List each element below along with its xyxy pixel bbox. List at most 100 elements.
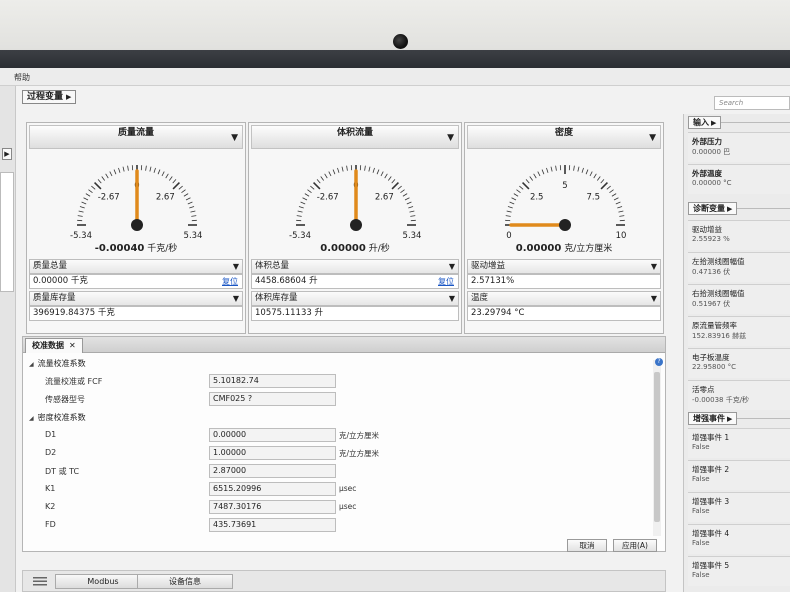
inventory-selector[interactable]: 质量库存量 ▼ <box>29 291 243 306</box>
screen-edge <box>0 50 790 68</box>
reset-link[interactable]: 复位 <box>222 275 238 288</box>
menu-help[interactable]: 帮助 <box>14 72 30 83</box>
variable-label: 增强事件 4 <box>692 529 730 538</box>
close-icon[interactable]: ✕ <box>69 341 76 350</box>
flow-calibration-group[interactable]: ◢ 流量校准系数 <box>29 358 86 369</box>
collapse-icon: ◢ <box>29 415 34 422</box>
parameter-field[interactable]: CMF025 ? <box>209 392 336 406</box>
gauge-selector[interactable]: 质量流量 ▼ <box>29 125 243 149</box>
tab-label: 校准数据 <box>32 341 64 350</box>
gauge-tick <box>507 206 513 209</box>
gauge-tick <box>153 167 156 173</box>
gauge-tick <box>529 176 533 181</box>
gauge-tick <box>178 185 183 190</box>
variable-item[interactable]: 左拾测线圈幅值 0.47136 伏 <box>688 252 790 282</box>
gauge-selector[interactable]: 体积流量 ▼ <box>251 125 459 149</box>
total-selector[interactable]: 驱动增益 ▼ <box>467 259 661 274</box>
parameter-row: 传感器型号 CMF025 ? <box>23 390 653 408</box>
parameter-field[interactable]: 2.87000 <box>209 464 336 478</box>
variable-item[interactable]: 增强事件 1 False <box>688 428 790 458</box>
tab-calibration-data[interactable]: 校准数据 ✕ <box>25 338 83 353</box>
variable-value: False <box>692 571 710 579</box>
parameter-field[interactable]: 0.00000 <box>209 428 336 442</box>
gauge-tick <box>118 167 121 173</box>
gauge-tick-label: 0 <box>506 231 511 241</box>
gauge-tick <box>101 176 105 181</box>
device-info-tab[interactable]: 设备信息 <box>137 574 233 589</box>
gauge-value: 0.00000 <box>515 243 562 254</box>
gauge-tick <box>169 176 173 181</box>
inventory-selector[interactable]: 体积库存量 ▼ <box>251 291 459 306</box>
process-variables-header[interactable]: 过程变量 ▶ <box>22 90 77 104</box>
variable-item[interactable]: 增强事件 5 False <box>688 556 790 586</box>
variable-item[interactable]: 增强事件 2 False <box>688 460 790 490</box>
inventory-selector[interactable]: 温度 ▼ <box>467 291 661 306</box>
apply-button[interactable]: 应用(A) <box>613 539 657 552</box>
parameter-field[interactable]: 7487.30176 <box>209 500 336 514</box>
parameter-row: K1 6515.20996 μsec <box>23 480 653 498</box>
events-header[interactable]: 增强事件 ▶ <box>688 412 738 425</box>
gauge-tick <box>615 201 621 205</box>
gauge-tick-label: -2.67 <box>317 193 339 203</box>
variable-item[interactable]: 活零点 -0.00038 千克/秒 <box>688 380 790 410</box>
gauge-tick <box>391 182 399 190</box>
variable-item[interactable]: 外部温度 0.00000 °C <box>688 164 790 194</box>
parameter-label: K2 <box>45 502 56 511</box>
gauge-tick <box>541 169 545 175</box>
expand-icon: ▶ <box>711 119 717 127</box>
gauge-tick <box>91 185 96 190</box>
variable-value: False <box>692 507 710 515</box>
variable-item[interactable]: 增强事件 4 False <box>688 524 790 554</box>
parameter-field[interactable]: 5.10182.74 <box>209 374 336 388</box>
expand-left-button[interactable]: ▶ <box>2 148 12 160</box>
gauge-tick <box>300 201 306 205</box>
gauge-tick <box>161 171 165 177</box>
gauge-tick <box>189 206 195 209</box>
variable-item[interactable]: 电子板温度 22.95800 °C <box>688 348 790 378</box>
list-icon[interactable] <box>33 577 47 586</box>
gauge-title: 质量流量 <box>117 128 154 138</box>
app-window: ▶ 过程变量▶ Search 质量流量▼-2.6702.67-5.345.34-… <box>0 86 790 592</box>
inputs-header[interactable]: 输入 ▶ <box>688 116 722 129</box>
dropdown-arrow-icon: ▼ <box>650 294 657 303</box>
gauge-tick <box>408 206 414 209</box>
parameter-label: 传感器型号 <box>45 395 85 404</box>
inputs-title: 输入 <box>693 118 709 127</box>
variable-value: False <box>692 443 710 451</box>
parameter-field[interactable]: 6515.20996 <box>209 482 336 496</box>
gauge-value: -0.00040 <box>94 243 145 254</box>
variable-label: 增强事件 2 <box>692 465 730 474</box>
gauge-tick <box>388 176 392 181</box>
density-calibration-group[interactable]: ◢ 密度校准系数 <box>29 412 86 423</box>
variable-item[interactable]: 驱动增益 2.55923 % <box>688 220 790 250</box>
gauge-tick <box>302 197 308 201</box>
expand-icon: ▶ <box>727 205 733 213</box>
gauge-tick-label: -2.67 <box>98 193 120 203</box>
total-selector[interactable]: 质量总量 ▼ <box>29 259 243 274</box>
total-selector[interactable]: 体积总量 ▼ <box>251 259 459 274</box>
inventory-label: 体积库存量 <box>255 293 298 303</box>
variable-label: 右拾测线圈幅值 <box>692 289 745 298</box>
gauge-tick <box>597 176 601 181</box>
variable-item[interactable]: 外部压力 0.00000 巴 <box>688 132 790 162</box>
diagnostics-header[interactable]: 诊断变量 ▶ <box>688 202 738 215</box>
gauge-value: 0.00000 <box>320 243 366 254</box>
vertical-scrollbar[interactable] <box>653 360 661 536</box>
cancel-button[interactable]: 取消 <box>567 539 607 552</box>
dropdown-arrow-icon: ▼ <box>232 262 239 271</box>
parameter-field[interactable]: 435.73691 <box>209 518 336 532</box>
gauge-tick <box>585 169 589 175</box>
scroll-thumb[interactable] <box>654 372 660 522</box>
gauge-selector[interactable]: 密度 ▼ <box>467 125 661 149</box>
help-icon[interactable]: ? <box>655 358 663 366</box>
reset-link[interactable]: 复位 <box>438 275 454 288</box>
parameter-field[interactable]: 1.00000 <box>209 446 336 460</box>
calibration-body: ◢ 流量校准系数 流量校准或 FCF 5.10182.74 传感器型号 CMF025 ?… <box>23 354 665 553</box>
variable-item[interactable]: 原流量管频率 152.83916 赫兹 <box>688 316 790 346</box>
variable-value: 0.00000 巴 <box>692 148 731 156</box>
variable-item[interactable]: 右拾测线圈幅值 0.51967 伏 <box>688 284 790 314</box>
search-input[interactable]: Search <box>714 96 790 110</box>
gauge-tick-label: 5.34 <box>403 231 422 241</box>
variable-item[interactable]: 增强事件 3 False <box>688 492 790 522</box>
gauge-tick <box>391 179 396 184</box>
